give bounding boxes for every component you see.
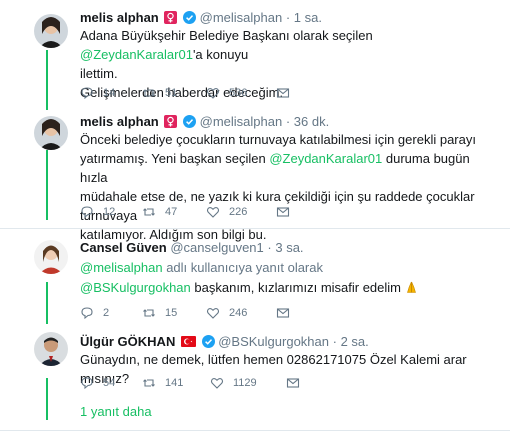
verified-icon	[201, 335, 215, 351]
retweet-button[interactable]: 141	[142, 376, 183, 390]
retweet-button[interactable]: 15	[142, 306, 177, 320]
heart-icon	[206, 207, 220, 218]
tweet-text: @BSKulgurgokhan başkanım, kızlarımızı mi…	[80, 278, 418, 299]
display-name[interactable]: melis alphan	[80, 114, 159, 129]
direct-message-button[interactable]	[276, 205, 299, 219]
tweet-header: Cansel Güven @canselguven1 · 3 sa.	[80, 240, 304, 255]
tweet[interactable]: Ülgür GÖKHAN @BSKulgurgokhan · 2 sa. Gün…	[0, 328, 510, 398]
reply-button[interactable]: 12	[80, 205, 115, 219]
reply-count: 12	[103, 206, 116, 218]
timestamp[interactable]: 2 sa.	[341, 334, 369, 349]
retweet-icon	[143, 309, 155, 317]
separator: ·	[285, 10, 291, 25]
tweet[interactable]: melis alphan @melisalphan · 1 sa. Adana …	[0, 0, 510, 110]
female-sign-icon	[164, 11, 178, 24]
direct-message-button[interactable]	[276, 306, 299, 320]
timestamp[interactable]: 36 dk.	[294, 114, 329, 129]
display-name[interactable]: Cansel Güven	[80, 240, 167, 255]
avatar[interactable]	[34, 14, 68, 48]
envelope-icon	[276, 88, 290, 98]
like-count: 1129	[233, 377, 257, 389]
reply-count: 14	[103, 87, 116, 99]
retweet-icon	[143, 89, 155, 97]
envelope-icon	[286, 378, 300, 388]
like-button[interactable]: 536	[206, 86, 247, 100]
display-name[interactable]: Ülgür GÖKHAN	[80, 334, 175, 349]
tweet[interactable]: Cansel Güven @canselguven1 · 3 sa. @meli…	[0, 234, 510, 326]
folded-hands-icon	[405, 280, 418, 299]
like-button[interactable]: 226	[206, 205, 247, 219]
reply-icon	[81, 377, 93, 390]
mention-link[interactable]: @ZeydanKaralar01	[80, 47, 193, 62]
direct-message-button[interactable]	[276, 86, 299, 100]
avatar[interactable]	[34, 240, 68, 274]
reply-button[interactable]: 2	[80, 306, 109, 320]
retweet-count: 15	[165, 307, 178, 319]
retweet-button[interactable]: 51	[142, 86, 177, 100]
heart-icon	[206, 308, 220, 319]
display-name[interactable]: melis alphan	[80, 10, 159, 25]
envelope-icon	[276, 308, 290, 318]
text-segment: Önceki belediye çocukların turnuvaya kat…	[80, 132, 476, 147]
tweet-header: melis alphan @melisalphan · 1 sa.	[80, 10, 322, 27]
verified-icon	[183, 11, 196, 27]
text-segment: Adana Büyükşehir Belediye Başkanı olarak…	[80, 28, 373, 43]
heart-icon	[210, 378, 224, 389]
separator: ·	[285, 114, 291, 129]
separator: ·	[267, 240, 272, 255]
direct-message-button[interactable]	[286, 376, 309, 390]
text-segment: başkanım, kızlarımızı misafir edelim	[190, 280, 405, 295]
tweet-header: melis alphan @melisalphan · 36 dk.	[80, 114, 329, 131]
separator: ·	[332, 334, 337, 349]
timestamp[interactable]: 1 sa.	[294, 10, 322, 25]
female-sign-icon	[164, 115, 178, 128]
retweet-icon	[143, 208, 155, 216]
show-more-replies-link[interactable]: 1 yanıt daha	[80, 404, 152, 419]
like-button[interactable]: 1129	[210, 376, 257, 390]
tweet-header: Ülgür GÖKHAN @BSKulgurgokhan · 2 sa.	[80, 334, 369, 351]
handle[interactable]: @BSKulgurgokhan	[218, 334, 329, 349]
mention-link[interactable]: @BSKulgurgokhan	[80, 280, 191, 295]
reply-icon	[81, 87, 93, 100]
divider	[0, 430, 510, 431]
reply-count: 54	[103, 377, 116, 389]
reply-count: 2	[103, 307, 110, 319]
like-count: 226	[229, 206, 248, 218]
mention-link[interactable]: @ZeydanKaralar01	[269, 151, 382, 166]
like-button[interactable]: 246	[206, 306, 247, 320]
retweet-icon	[143, 379, 155, 387]
handle[interactable]: @melisalphan	[200, 10, 283, 25]
avatar[interactable]	[34, 332, 68, 366]
handle[interactable]: @melisalphan	[200, 114, 283, 129]
retweet-count: 47	[165, 206, 178, 218]
divider	[0, 228, 510, 229]
reply-icon	[81, 206, 93, 219]
text-segment: ilettim.	[80, 66, 118, 81]
avatar[interactable]	[34, 116, 68, 150]
mention-link[interactable]: @melisalphan	[80, 260, 163, 275]
timestamp[interactable]: 3 sa.	[275, 240, 303, 255]
tweet-text: Önceki belediye çocukların turnuvaya kat…	[80, 130, 500, 244]
reply-button[interactable]: 54	[80, 376, 115, 390]
heart-icon	[206, 88, 220, 99]
retweet-count: 51	[165, 87, 178, 99]
verified-icon	[183, 115, 196, 131]
reply-button[interactable]: 14	[80, 86, 115, 100]
text-segment: adlı kullanıcıya yanıt olarak	[162, 260, 323, 275]
handle[interactable]: @canselguven1	[170, 240, 263, 255]
text-segment: Günaydın, ne demek, lütfen hemen 0286217…	[80, 352, 467, 386]
retweet-count: 141	[165, 377, 184, 389]
reply-context: @melisalphan adlı kullanıcıya yanıt olar…	[80, 258, 323, 277]
text-segment: 'a konuyu	[192, 47, 249, 62]
envelope-icon	[276, 207, 290, 217]
like-count: 246	[229, 307, 248, 319]
text-segment: yatırmamış. Yeni başkan seçilen	[80, 151, 270, 166]
reply-icon	[81, 307, 93, 320]
tweet[interactable]: melis alphan @melisalphan · 36 dk. Öncek…	[0, 108, 510, 242]
turkey-flag-icon	[180, 336, 196, 347]
retweet-button[interactable]: 47	[142, 205, 177, 219]
like-count: 536	[229, 87, 248, 99]
